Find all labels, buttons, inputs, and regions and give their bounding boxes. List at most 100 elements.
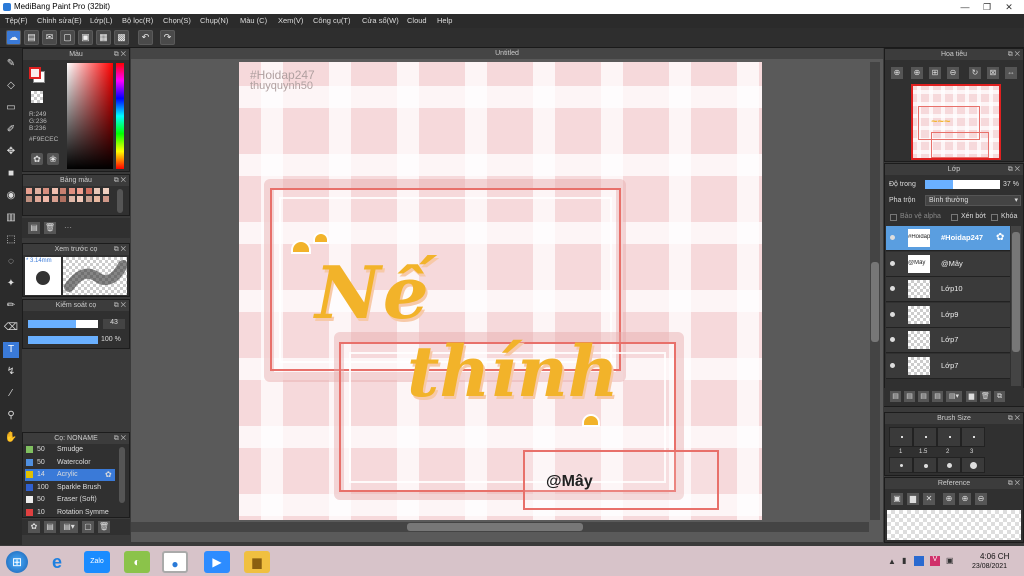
vertical-scrollbar[interactable] xyxy=(870,62,880,520)
eyedropper-icon[interactable]: ⚲ xyxy=(3,408,19,424)
rectangle-select-icon[interactable]: ▭ xyxy=(3,100,19,116)
eraser-icon[interactable]: ◇ xyxy=(3,78,19,94)
blend-mode-select[interactable]: Bình thường ▾ xyxy=(925,195,1021,206)
brush-opacity-slider[interactable] xyxy=(28,336,98,344)
palette-swatch[interactable] xyxy=(34,188,41,194)
move-icon[interactable]: ✥ xyxy=(3,144,19,160)
menu-edit[interactable]: Chỉnh sửa(E) xyxy=(37,16,82,25)
menu-tools[interactable]: Công cụ(T) xyxy=(313,16,351,25)
cloud-icon[interactable]: ☁ xyxy=(6,30,21,45)
panel-close-icon[interactable]: ⧉ ✕ xyxy=(1008,164,1020,175)
brush-list-item[interactable]: 14 Acrylic ✿ xyxy=(25,469,115,481)
tray-clock-time[interactable]: 4:06 CH xyxy=(980,552,1009,561)
minimize-button[interactable]: — xyxy=(954,0,976,14)
export-icon[interactable]: ▦ xyxy=(96,30,111,45)
reference-folder-icon[interactable]: ▆ xyxy=(907,493,919,505)
zoom-icon[interactable]: ⊕ xyxy=(911,67,923,79)
new-halftone-layer-icon[interactable]: ▤ xyxy=(904,391,915,402)
layer-row[interactable]: Lớp7 xyxy=(886,328,1010,353)
palette-swatch[interactable] xyxy=(26,188,32,194)
gradient-icon[interactable]: ▥ xyxy=(3,210,19,226)
eye-icon[interactable] xyxy=(890,260,895,266)
panel-close-icon[interactable]: ⧉ ✕ xyxy=(1008,413,1020,424)
menu-select[interactable]: Chọn(S) xyxy=(163,16,191,25)
chat-icon[interactable]: ✉ xyxy=(42,30,57,45)
tray-up-icon[interactable]: ▲ xyxy=(888,557,896,566)
add-palette-icon[interactable]: ▤ xyxy=(28,222,40,234)
menu-help[interactable]: Help xyxy=(437,16,452,25)
brush-list-scrollbar[interactable] xyxy=(119,447,125,503)
gear-icon[interactable]: ✿ xyxy=(996,232,1004,243)
zoom-in-icon[interactable]: ⊕ xyxy=(891,67,903,79)
menu-cloud[interactable]: Cloud xyxy=(407,16,427,25)
menu-filter[interactable]: Bộ lọc(R) xyxy=(122,16,153,25)
dropper-icon[interactable]: ⁄ xyxy=(3,386,19,402)
tray-network-icon[interactable]: ▣ xyxy=(946,556,954,565)
zalo-icon[interactable]: Zalo xyxy=(84,551,110,573)
layer-add-menu-icon[interactable]: ▤▾ xyxy=(946,391,962,402)
brush-list-item[interactable]: 50 Watercolor xyxy=(25,457,115,469)
panel-close-icon[interactable]: ⧉ ✕ xyxy=(114,244,126,255)
color-wheel-icon[interactable]: ✿ xyxy=(31,153,43,165)
undo-icon[interactable]: ↶ xyxy=(138,30,153,45)
brush-size-slider[interactable] xyxy=(28,320,98,328)
medibang-icon[interactable]: ● xyxy=(162,551,188,573)
brush-list-item[interactable]: 50 Smudge xyxy=(25,444,115,456)
select-pen-icon[interactable]: ✏ xyxy=(3,298,19,314)
close-button[interactable]: ✕ xyxy=(998,0,1020,14)
delete-palette-icon[interactable]: 🗑 xyxy=(44,222,56,234)
menu-file[interactable]: Tệp(F) xyxy=(5,16,28,25)
eye-icon[interactable] xyxy=(890,286,895,291)
reference-open-icon[interactable]: ▣ xyxy=(891,493,903,505)
brush-size-5[interactable] xyxy=(889,457,913,473)
menu-color[interactable]: Màu (C) xyxy=(240,16,267,25)
brush-list-item[interactable]: 100 Sparkle Brush xyxy=(25,482,115,494)
horizontal-scrollbar[interactable] xyxy=(131,522,869,532)
menu-capture[interactable]: Chụp(N) xyxy=(200,16,228,25)
reference-zoom-in-icon[interactable]: ⊕ xyxy=(943,493,955,505)
navigator-thumbnail[interactable]: ~~~ xyxy=(911,84,1001,160)
palette-swatch[interactable] xyxy=(94,188,100,194)
palette-swatch[interactable] xyxy=(77,188,83,194)
reset-icon[interactable]: ⊠ xyxy=(987,67,999,79)
brush-size-3[interactable] xyxy=(937,427,961,447)
lasso-icon[interactable]: ◌ xyxy=(3,254,19,270)
fill-rect-icon[interactable]: ■ xyxy=(3,166,19,182)
menu-layer[interactable]: Lớp(L) xyxy=(90,16,112,25)
palette-swatch[interactable] xyxy=(51,188,58,194)
foreground-color-swatch[interactable] xyxy=(29,67,41,79)
panel-close-icon[interactable]: ⧉ ✕ xyxy=(114,300,126,311)
protect-alpha-checkbox[interactable] xyxy=(890,214,897,221)
brush-menu-icon[interactable]: ▤▾ xyxy=(60,521,78,533)
new-layer-icon[interactable]: ▤ xyxy=(890,391,901,402)
canvas-tab[interactable]: Untitled xyxy=(131,48,883,59)
redo-icon[interactable]: ↷ xyxy=(160,30,175,45)
brush-size-1[interactable] xyxy=(889,427,913,447)
lock-checkbox[interactable] xyxy=(991,214,998,221)
clipping-checkbox[interactable] xyxy=(951,214,958,221)
panel-close-icon[interactable]: ⧉ ✕ xyxy=(114,175,126,186)
start-icon[interactable]: ⊞ xyxy=(6,551,28,573)
ie-icon[interactable]: e xyxy=(44,551,70,573)
brush-list-item[interactable]: 50 Eraser (Soft) xyxy=(25,494,115,506)
bucket-icon[interactable]: ◉ xyxy=(3,188,19,204)
palette-swatch[interactable] xyxy=(60,196,66,202)
palette-swatch[interactable] xyxy=(60,188,66,194)
palette-more[interactable]: ··· xyxy=(64,223,72,232)
palette-swatch[interactable] xyxy=(102,196,109,202)
new-file-icon[interactable]: ▤ xyxy=(24,30,39,45)
reference-zoom-icon[interactable]: ⊕ xyxy=(959,493,971,505)
brush-icon[interactable]: ✎ xyxy=(3,56,19,72)
menu-window[interactable]: Cửa sổ(W) xyxy=(362,16,399,25)
text-icon[interactable]: T xyxy=(3,342,19,358)
tray-vbox-icon[interactable] xyxy=(914,556,924,566)
pen-icon[interactable]: ✐ xyxy=(3,122,19,138)
brush-size-8[interactable] xyxy=(961,457,985,473)
layer-opacity-slider[interactable] xyxy=(925,180,1000,189)
palette-swatch[interactable] xyxy=(85,196,92,202)
coccoc-icon[interactable]: ◐ xyxy=(124,551,150,573)
eye-icon[interactable] xyxy=(890,235,895,240)
gear-icon[interactable]: ✿ xyxy=(105,470,112,479)
panel-close-icon[interactable]: ⧉ ✕ xyxy=(1008,478,1020,489)
brush-list-item[interactable]: 10 Rotation Symme xyxy=(25,507,115,519)
